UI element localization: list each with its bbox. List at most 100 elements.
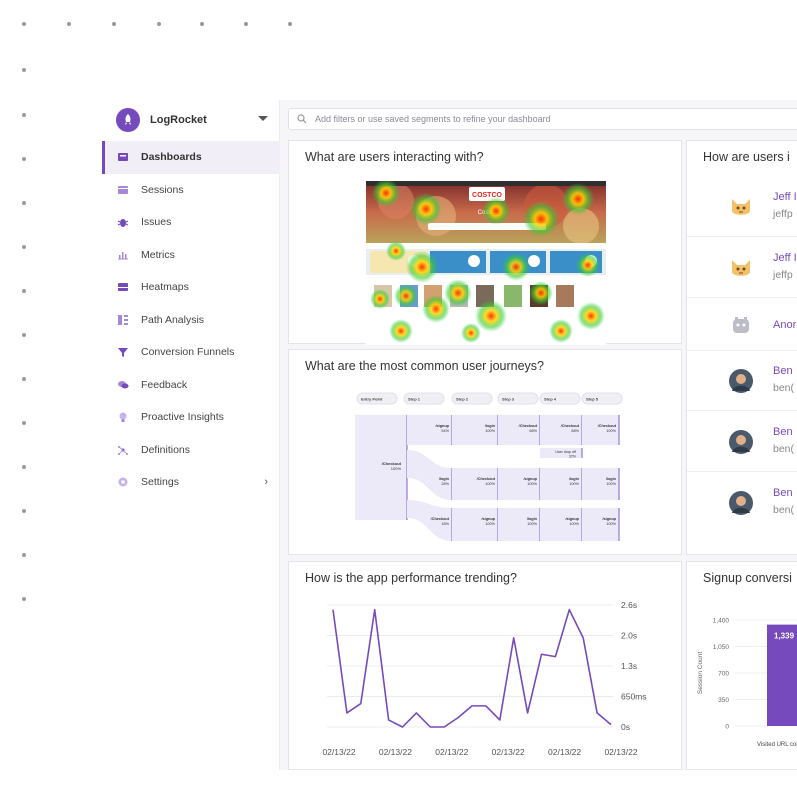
journey-node-pct: 100% [485,522,495,526]
search-icon [297,114,307,124]
performance-series-line [332,608,612,728]
sidebar-item-dashboards[interactable]: Dashboards [102,141,280,174]
search-placeholder: Add filters or use saved segments to ref… [315,114,551,124]
sidebar-item-issues[interactable]: Issues [102,206,280,239]
card-users[interactable]: How are users i Jeff I jeffp Jeff I jeff… [686,140,797,555]
user-row[interactable]: Jeff I jeffp [687,177,797,237]
sidebar-item-label: Definitions [141,443,191,456]
journey-node-pct: 100% [569,482,579,486]
caret-down-icon[interactable] [258,116,268,121]
x-tick-label: 02/13/22 [435,747,468,757]
sidebar-item-label: Metrics [141,248,175,261]
journey-node-pct: 100% [606,522,616,526]
journey-node-pct: 100% [606,482,616,486]
gear-icon [117,476,129,488]
user-email: ben( [773,382,795,394]
user-name[interactable]: Ben [773,365,793,377]
sidebar-item-label: Path Analysis [141,313,205,326]
user-row[interactable]: Ben ben( [687,351,797,411]
step-label: Step 4 [544,397,557,402]
journey-node-label: /signup [482,517,496,521]
card-app-performance[interactable]: How is the app performance trending? 2.6… [288,561,682,770]
decorative-dots-left [0,0,60,805]
entry-node-pct: 100% [391,466,402,471]
bar-data-label: 1,339 [774,632,795,641]
signup-bar-chart: 1,400 1,050 700 350 0 Session Count 1,339 Visit… [697,618,797,748]
journey-node-label: /Checkout [598,424,617,428]
step-label: Step 1 [408,397,421,402]
y-tick-label: 2.6s [621,600,637,610]
user-name[interactable]: Ben [773,426,793,438]
brand-switcher[interactable]: LogRocket [102,100,280,140]
user-email: jeffp [773,269,793,281]
decorative-dots-top [0,0,797,50]
sidebar-item-sessions[interactable]: Sessions [102,174,280,207]
journey-sankey-diagram: Entry Point Step 1 Step 2 Step 3 Step 4 Step … [355,392,623,541]
step-label: Entry Point [361,397,383,402]
sidebar-item-definitions[interactable]: Definitions [102,434,280,467]
metrics-icon [117,249,129,261]
heatmap-icon [117,281,129,293]
person-avatar-icon [729,491,753,515]
sidebar-item-heatmaps[interactable]: Heatmaps [102,271,280,304]
card-title: How are users i [703,150,790,164]
journey-node-label: /signup [436,424,450,428]
sidebar: LogRocket Dashboards Sessions Issues Met… [102,100,280,770]
user-row[interactable]: Ben ben( [687,473,797,533]
journey-node-label: /signup [524,477,538,481]
sidebar-item-metrics[interactable]: Metrics [102,239,280,272]
heatmap-screenshot: COSTCO Costco [366,181,606,345]
user-row[interactable]: Jeff I jeffp [687,238,797,298]
x-tick-label: 02/13/22 [322,747,355,757]
y-tick-label: 2.0s [621,631,637,641]
sessions-icon [117,184,129,196]
user-name[interactable]: Ben [773,487,793,499]
y-tick-label: 1,400 [713,618,730,625]
journey-node-pct: 28% [441,482,449,486]
dropoff-node-pct: 32% [569,455,577,459]
journey-node-pct: 68% [529,429,537,433]
journey-node-pct: 100% [606,429,616,433]
x-tick-label: 02/13/22 [548,747,581,757]
step-label: Step 2 [456,397,469,402]
definitions-icon [117,444,129,456]
user-name[interactable]: Jeff I [773,191,797,203]
journey-node-label: /Checkout [561,424,580,428]
journey-node-label: /login [439,477,450,481]
dropoff-node-label: User drop off [555,450,576,454]
logrocket-logo-icon [116,108,140,132]
step-label: Step 3 [502,397,515,402]
user-name[interactable]: Anor [773,319,796,331]
journey-node-label: /login [527,517,538,521]
person-avatar-icon [729,369,753,393]
x-tick-label: 02/13/22 [604,747,637,757]
chevron-right-icon: › [264,476,268,489]
lightbulb-icon [117,411,129,423]
card-signup-conversion[interactable]: Signup conversi 1,400 1,050 700 350 0 Session… [686,561,797,770]
sidebar-item-path-analysis[interactable]: Path Analysis [102,304,280,337]
card-user-journeys[interactable]: What are the most common user journeys? … [288,349,682,555]
y-tick-label: 350 [718,697,729,704]
journey-node-pct: 100% [527,482,537,486]
anonymous-avatar-icon [729,313,753,337]
step-label: Step 5 [586,397,599,402]
journey-node-pct: 100% [527,522,537,526]
card-user-interactions[interactable]: What are users interacting with? COSTCO [288,140,682,345]
sidebar-item-label: Heatmaps [141,281,189,294]
journey-flow [407,450,452,500]
journey-node-pct: 18% [441,522,449,526]
dashboard-icon [117,151,129,163]
user-name[interactable]: Jeff I [773,252,797,264]
sidebar-item-feedback[interactable]: Feedback [102,369,280,402]
user-row[interactable]: Ben ben( [687,412,797,472]
path-icon [117,314,129,326]
filter-search-input[interactable]: Add filters or use saved segments to ref… [288,108,797,130]
sidebar-item-settings[interactable]: Settings › [102,466,280,499]
sidebar-item-conversion-funnels[interactable]: Conversion Funnels [102,336,280,369]
user-email: jeffp [773,208,793,220]
y-tick-label: 0 [725,724,729,731]
y-tick-label: 1,050 [713,644,730,651]
sidebar-item-label: Dashboards [141,151,202,164]
sidebar-item-proactive-insights[interactable]: Proactive Insights [102,401,280,434]
user-row[interactable]: Anor [687,299,797,351]
